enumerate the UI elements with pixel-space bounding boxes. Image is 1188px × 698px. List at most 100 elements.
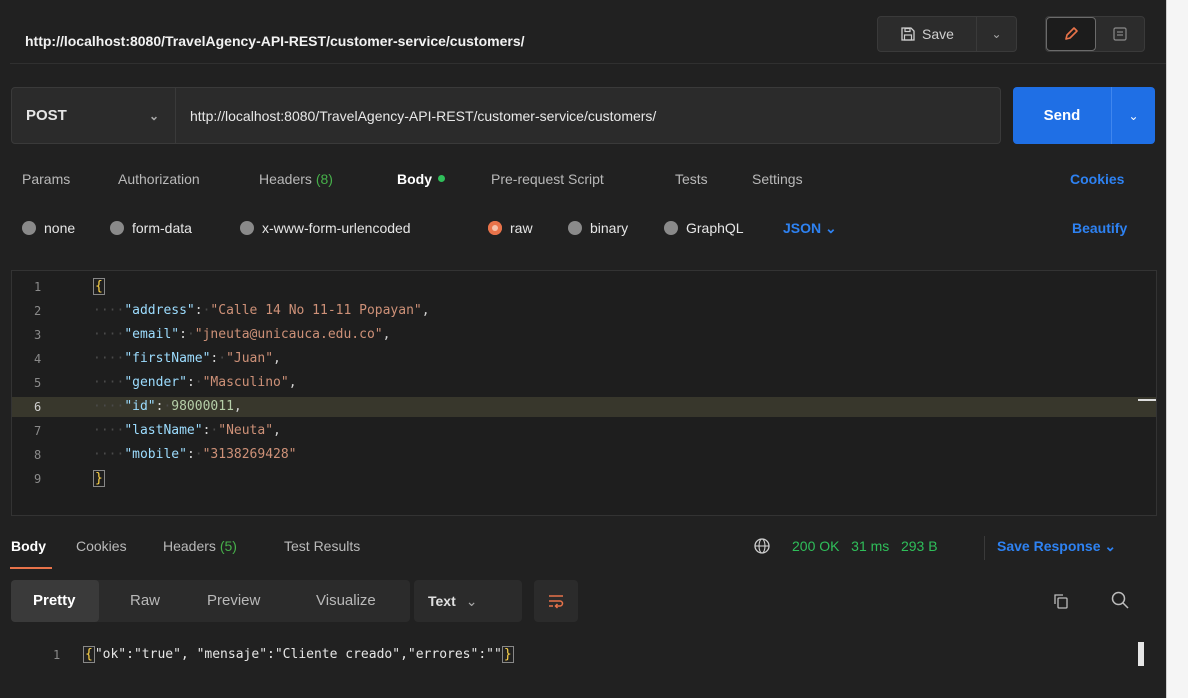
radio-dot [22,221,36,235]
response-body-viewer[interactable]: 1 {"ok":"true", "mensaje":"Cliente cread… [11,644,1141,666]
send-options-dropdown[interactable]: ⌄ [1111,87,1155,144]
json-value: "Masculino" [202,375,289,390]
radio-binary[interactable]: binary [568,220,628,236]
window-edge [1166,0,1188,698]
save-response-button[interactable]: Save Response ⌄ [997,538,1116,555]
beautify-button[interactable]: Beautify [1072,220,1127,236]
tab-params[interactable]: Params [22,171,70,187]
response-tab-headers[interactable]: Headers (5) [163,538,237,554]
editor-line: 8 ····"mobile":·"3138269428" [12,445,1156,465]
body-format-select[interactable]: JSON ⌄ [783,220,837,237]
status-code: 200 OK [792,538,840,554]
pencil-icon [1065,27,1078,40]
response-tab-test-results[interactable]: Test Results [284,538,360,554]
line-number: 1 [53,648,61,662]
headers-count-badge: (8) [315,171,333,187]
tab-body[interactable]: Body [397,171,445,187]
radio-urlencoded[interactable]: x-www-form-urlencoded [240,220,411,236]
radio-form-data[interactable]: form-data [110,220,192,236]
copy-icon[interactable] [1052,592,1070,610]
view-preview-button[interactable]: Preview [207,592,260,609]
response-format-select[interactable]: Text ⌄ [414,580,522,622]
globe-icon[interactable] [753,537,771,555]
radio-graphql-label: GraphQL [686,220,744,236]
chevron-down-icon: ⌄ [465,592,478,609]
comment-icon [1113,27,1127,41]
save-options-dropdown[interactable]: ⌄ [976,17,1016,51]
response-headers-count: (5) [219,538,237,554]
json-key: "lastName" [124,423,203,438]
json-key: "id" [124,399,156,414]
tab-tests[interactable]: Tests [675,171,708,187]
json-value: "Calle 14 No 11-11 Popayan" [210,303,422,318]
tab-body-label: Body [397,171,432,187]
request-title-bar: http://localhost:8080/TravelAgency-API-R… [10,16,1166,64]
close-brace: } [501,646,514,663]
request-body-editor[interactable]: 1 { 2 ····"address":·"Calle 14 No 11-11 … [11,270,1157,516]
line-code: ····"lastName":·"Neuta", [93,423,281,438]
editor-line: 7 ····"lastName":·"Neuta", [12,421,1156,441]
divider [984,536,985,560]
radio-raw-label: raw [510,220,533,236]
line-number: 7 [34,424,42,438]
tab-prerequest-script[interactable]: Pre-request Script [491,171,604,187]
response-status-info[interactable]: 200 OK 31 ms 293 B [792,538,938,554]
editor-scrollbar-marker[interactable] [1138,399,1156,401]
save-button-group: Save ⌄ [877,16,1017,52]
chevron-down-icon: ⌄ [991,27,1002,41]
body-format-value: JSON [783,220,822,236]
body-type-options: none form-data x-www-form-urlencoded raw… [0,216,1160,244]
response-scrollbar-thumb[interactable] [1138,642,1144,666]
response-view-toolbar: Pretty Raw Preview Visualize [11,580,411,622]
json-value: "jneuta@unicauca.edu.co" [194,327,383,342]
tab-headers-label: Headers [259,171,312,187]
line-code: ····"email":·"jneuta@unicauca.edu.co", [93,327,391,342]
body-active-dot [438,175,445,182]
divider [1166,0,1167,698]
tab-headers[interactable]: Headers (8) [259,171,333,187]
json-key: "email" [124,327,180,342]
tab-authorization[interactable]: Authorization [118,171,200,187]
json-key: "address" [124,303,195,318]
radio-none[interactable]: none [22,220,75,236]
response-body-code: {"ok":"true", "mensaje":"Cliente creado"… [83,644,514,666]
send-button[interactable]: Send [1013,87,1111,144]
radio-binary-label: binary [590,220,629,236]
close-brace: } [93,470,105,487]
view-raw-button[interactable]: Raw [130,592,160,609]
response-tab-cookies[interactable]: Cookies [76,538,127,554]
chevron-down-icon: ⌄ [1128,108,1139,123]
request-title[interactable]: http://localhost:8080/TravelAgency-API-R… [25,33,525,49]
save-button[interactable]: Save [878,17,976,51]
line-code: ····"address":·"Calle 14 No 11-11 Popaya… [93,303,430,318]
json-value: "3138269428" [202,447,297,462]
request-url-value: http://localhost:8080/TravelAgency-API-R… [190,107,657,124]
radio-form-data-label: form-data [132,220,192,236]
edit-mode-button[interactable] [1046,17,1096,51]
request-tabs: Params Authorization Headers (8) Body Pr… [0,162,1160,198]
documentation-mode-button[interactable] [1096,17,1144,51]
radio-dot [664,221,678,235]
radio-graphql[interactable]: GraphQL [664,220,744,236]
response-body-text: "ok":"true", "mensaje":"Cliente creado",… [94,647,502,662]
radio-none-label: none [44,220,76,236]
response-size: 293 B [900,538,938,554]
response-time: 31 ms [851,538,890,554]
view-mode-tabs: Pretty Raw Preview Visualize [11,580,410,622]
tab-settings[interactable]: Settings [752,171,803,187]
http-method-select[interactable]: POST ⌄ [11,87,176,144]
view-visualize-button[interactable]: Visualize [316,592,376,609]
view-pretty-button[interactable]: Pretty [33,592,76,609]
request-url-input[interactable]: http://localhost:8080/TravelAgency-API-R… [176,87,1001,144]
send-button-group: Send ⌄ [1013,87,1155,144]
line-number: 8 [34,448,42,462]
search-icon[interactable] [1110,590,1130,610]
cookies-link[interactable]: Cookies [1070,171,1124,187]
active-tab-underline [10,567,52,569]
line-number: 9 [34,472,42,486]
json-value: "Juan" [226,351,274,366]
radio-raw[interactable]: raw [488,220,533,236]
editor-line: 3 ····"email":·"jneuta@unicauca.edu.co", [12,325,1156,345]
wrap-lines-button[interactable] [534,580,578,622]
response-tab-body[interactable]: Body [11,538,46,554]
